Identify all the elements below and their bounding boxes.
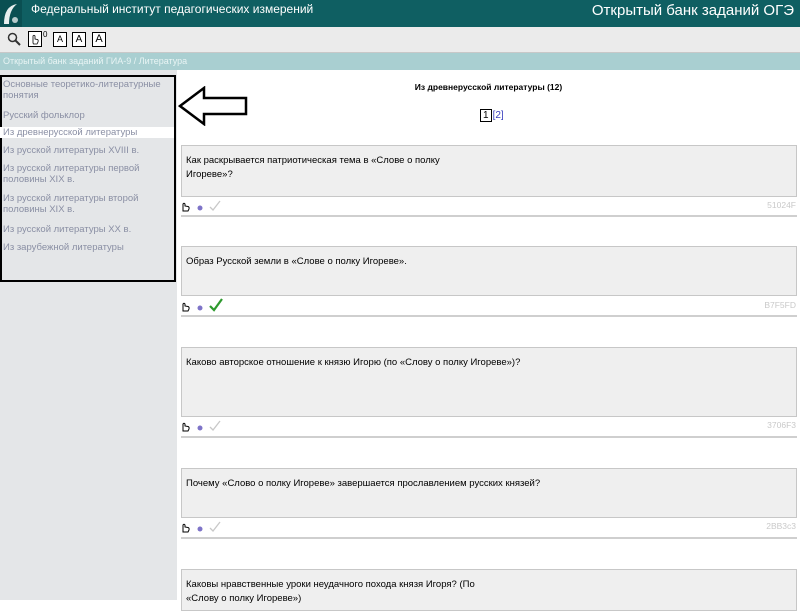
font-medium-label: A xyxy=(72,31,86,47)
search-icon[interactable] xyxy=(6,31,22,47)
fipi-logo xyxy=(0,0,22,27)
task-question-box: Каковы нравственные уроки неудачного пох… xyxy=(181,569,797,611)
pin-icon[interactable] xyxy=(196,520,204,538)
sidebar-item-old-russian[interactable]: Из древнерусской литературы xyxy=(0,127,174,138)
sidebar-item-18th-century[interactable]: Из русской литературы XVIII в. xyxy=(3,145,169,156)
task-divider xyxy=(181,315,797,317)
section-title: Из древнерусской литературы (12) xyxy=(414,82,563,92)
sidebar-item-foreign[interactable]: Из зарубежной литературы xyxy=(3,242,169,253)
pin-icon[interactable] xyxy=(196,299,204,317)
toolbar: 0 A A A xyxy=(0,27,800,53)
sidebar-item-literary-concepts[interactable]: Основные теоретико-литературные понятия xyxy=(3,79,169,101)
hand-icon[interactable] xyxy=(181,419,191,437)
task-question-box: Каково авторское отношение к князю Игорю… xyxy=(181,347,797,417)
task-question: Образ Русской земли в «Слове о полку Иго… xyxy=(186,256,407,267)
hand-icon[interactable] xyxy=(181,299,191,317)
font-medium-button[interactable]: A xyxy=(71,31,87,47)
sidebar: Основные теоретико-литературные понятия … xyxy=(0,70,177,600)
sidebar-item-20th-century[interactable]: Из русской литературы XX в. xyxy=(3,224,169,235)
font-large-label: A xyxy=(92,31,106,47)
breadcrumb: Открытый банк заданий ГИА-9 / Литература xyxy=(0,53,800,70)
check-icon xyxy=(209,520,221,538)
task-icons xyxy=(181,419,221,437)
counter-superscript: 0 xyxy=(43,30,48,39)
pin-icon[interactable] xyxy=(196,419,204,437)
task-question-box: Почему «Слово о полку Игореве» завершает… xyxy=(181,468,797,518)
font-small-label: A xyxy=(53,31,67,47)
sidebar-item-19th-first-half[interactable]: Из русской литературы первой половины XI… xyxy=(3,163,169,185)
task-divider xyxy=(181,436,797,438)
page-next-link[interactable]: [2] xyxy=(493,110,504,121)
task-code: 2BB3c3 xyxy=(766,521,796,531)
bank-title: Открытый банк заданий ОГЭ xyxy=(591,2,794,19)
task-code: 51024F xyxy=(767,200,796,210)
hand-pointer-icon[interactable] xyxy=(27,31,43,47)
page-current: 1 xyxy=(480,109,492,122)
task-divider xyxy=(181,215,797,217)
top-header: Федеральный институт педагогических изме… xyxy=(0,0,800,27)
task-code: 3706F3 xyxy=(767,420,796,430)
task-question: Как раскрывается патриотическая тема в «… xyxy=(186,155,440,180)
task-question-box: Как раскрывается патриотическая тема в «… xyxy=(181,145,797,197)
main-content: Из древнерусской литературы (12) 1 [2] Ка… xyxy=(177,70,800,611)
org-name: Федеральный институт педагогических изме… xyxy=(31,2,314,16)
font-large-button[interactable]: A xyxy=(91,31,107,47)
task-icons xyxy=(181,520,221,538)
check-icon xyxy=(209,419,221,437)
task-question-box: Образ Русской земли в «Слове о полку Иго… xyxy=(181,246,797,296)
font-small-button[interactable]: A xyxy=(52,31,68,47)
sidebar-item-19th-second-half[interactable]: Из русской литературы второй половины XI… xyxy=(3,193,169,215)
sidebar-item-folklore[interactable]: Русский фольклор xyxy=(3,110,169,121)
hand-icon[interactable] xyxy=(181,520,191,538)
task-divider xyxy=(181,537,797,539)
task-question: Почему «Слово о полку Игореве» завершает… xyxy=(186,478,541,489)
task-question: Каковы нравственные уроки неудачного пох… xyxy=(186,579,475,604)
task-code: B7F5FD xyxy=(764,300,796,310)
breadcrumb-text[interactable]: Открытый банк заданий ГИА-9 / Литература xyxy=(3,56,187,66)
task-question: Каково авторское отношение к князю Игорю… xyxy=(186,357,521,368)
pager: 1 [2] xyxy=(480,109,504,122)
